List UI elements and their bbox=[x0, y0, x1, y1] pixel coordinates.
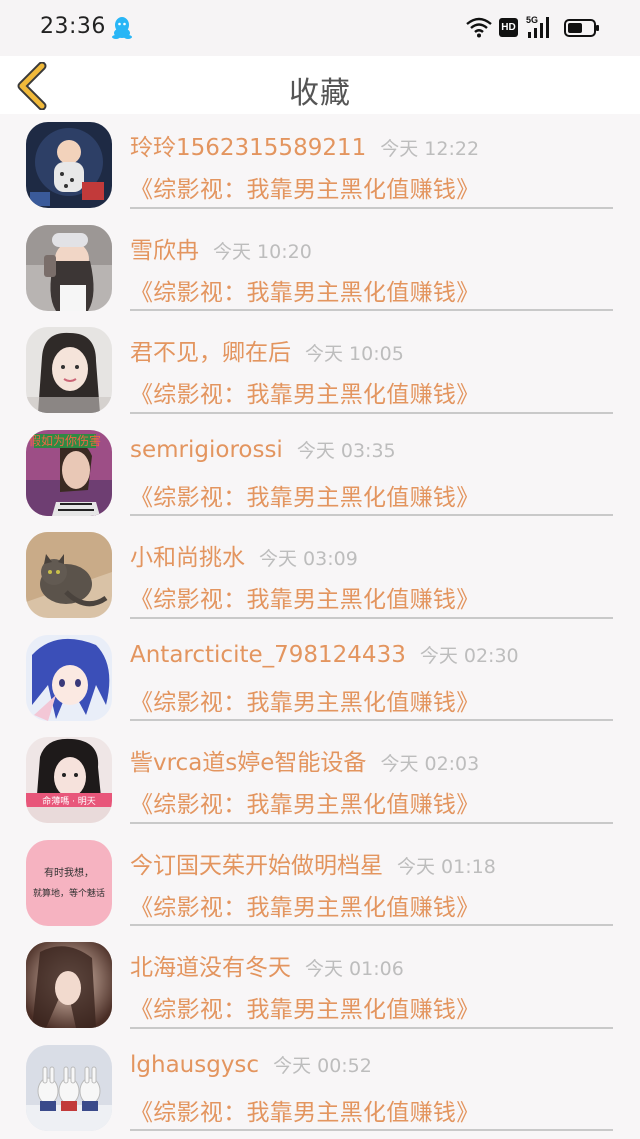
user-name-text: lghausgysc bbox=[130, 1052, 259, 1078]
book-title[interactable]: 《综影视：我靠男主黑化值赚钱》 bbox=[130, 683, 480, 717]
avatar-caption-line1: 有时我想， bbox=[44, 866, 94, 879]
baby-avatar-image bbox=[26, 122, 112, 208]
divider bbox=[130, 1027, 613, 1029]
status-time: 23:36 bbox=[40, 14, 106, 39]
network-label: 5G bbox=[526, 15, 538, 25]
divider bbox=[130, 617, 613, 619]
favorites-list: 玲玲1562315589211今天 12:22 《综影视：我靠男主黑化值赚钱》 … bbox=[0, 114, 640, 1139]
book-title[interactable]: 《综影视：我靠男主黑化值赚钱》 bbox=[130, 375, 480, 409]
book-title[interactable]: 《综影视：我靠男主黑化值赚钱》 bbox=[130, 1093, 480, 1127]
woman-avatar-image: 命薄嗎 · 明天 bbox=[26, 737, 112, 823]
user-name-text: 玲玲1562315589211 bbox=[130, 135, 366, 161]
avatar[interactable] bbox=[26, 532, 112, 618]
timestamp: 今天 02:30 bbox=[420, 645, 519, 667]
divider bbox=[130, 207, 613, 209]
divider bbox=[130, 514, 613, 516]
user-name-text: 今订国天茱开始做明档星 bbox=[130, 853, 383, 879]
list-item[interactable]: Antarcticite_798124433 今天 02:30 《综影视：我靠男主… bbox=[0, 627, 640, 730]
page-title: 收藏 bbox=[0, 68, 640, 112]
timestamp: 今天 01:18 bbox=[397, 856, 496, 878]
user-name-text: 君不见，卿在后 bbox=[130, 340, 291, 366]
signal-icon: 5G bbox=[526, 14, 552, 40]
avatar-caption-line2: 就算地，等个魅话 bbox=[33, 887, 105, 899]
list-item[interactable]: 雪欣冉今天 10:20 《综影视：我靠男主黑化值赚钱》 bbox=[0, 217, 640, 320]
list-item[interactable]: 有时我想， 就算地，等个魅话 今订国天茱开始做明档星今天 01:18 《综影视：… bbox=[0, 832, 640, 935]
rabbit-dolls-avatar-image bbox=[26, 1045, 112, 1131]
anime-avatar-image bbox=[26, 635, 112, 721]
user-name: semrigiorossi 今天 03:35 bbox=[130, 436, 396, 463]
timestamp: 今天 03:35 bbox=[297, 440, 396, 462]
list-item[interactable]: 小和尚挑水今天 03:09 《综影视：我靠男主黑化值赚钱》 bbox=[0, 524, 640, 627]
timestamp: 今天 01:06 bbox=[305, 958, 404, 980]
user-name: 小和尚挑水今天 03:09 bbox=[130, 538, 358, 572]
book-title[interactable]: 《综影视：我靠男主黑化值赚钱》 bbox=[130, 580, 480, 614]
user-name: 玲玲1562315589211 今天 12:22 bbox=[130, 128, 479, 162]
avatar[interactable] bbox=[26, 942, 112, 1028]
user-name: 訾vrca道s婷e智能设备今天 02:03 bbox=[130, 743, 479, 777]
user-name: 今订国天茱开始做明档星今天 01:18 bbox=[130, 846, 496, 880]
user-name: Antarcticite_798124433 今天 02:30 bbox=[130, 641, 519, 668]
book-title[interactable]: 《综影视：我靠男主黑化值赚钱》 bbox=[130, 273, 480, 307]
list-item[interactable]: 命薄嗎 · 明天 訾vrca道s婷e智能设备今天 02:03 《综影视：我靠男主… bbox=[0, 729, 640, 832]
user-name-text: 雪欣冉 bbox=[130, 238, 199, 264]
avatar[interactable]: 命薄嗎 · 明天 bbox=[26, 737, 112, 823]
qq-icon bbox=[112, 16, 132, 40]
list-item[interactable]: lghausgysc 今天 00:52 《综影视：我靠男主黑化值赚钱》 bbox=[0, 1037, 640, 1139]
user-name: 雪欣冉今天 10:20 bbox=[130, 231, 312, 265]
timestamp: 今天 00:52 bbox=[273, 1055, 372, 1077]
avatar-caption: 假如为你伤害 bbox=[29, 433, 101, 448]
girl-avatar-image bbox=[26, 327, 112, 413]
user-name-text: semrigiorossi bbox=[130, 437, 283, 463]
header: 收藏 bbox=[0, 56, 640, 114]
battery-icon bbox=[564, 18, 600, 38]
book-title[interactable]: 《综影视：我靠男主黑化值赚钱》 bbox=[130, 478, 480, 512]
book-title[interactable]: 《综影视：我靠男主黑化值赚钱》 bbox=[130, 888, 480, 922]
user-name: lghausgysc 今天 00:52 bbox=[130, 1051, 372, 1078]
divider bbox=[130, 412, 613, 414]
avatar[interactable] bbox=[26, 122, 112, 208]
divider bbox=[130, 924, 613, 926]
timestamp: 今天 02:03 bbox=[380, 753, 479, 775]
text-avatar-image: 有时我想， 就算地，等个魅话 bbox=[26, 840, 112, 926]
selfie-avatar-image bbox=[26, 225, 112, 311]
avatar[interactable]: 假如为你伤害 bbox=[26, 430, 112, 516]
portrait-avatar-image bbox=[26, 942, 112, 1028]
user-name-text: 北海道没有冬天 bbox=[130, 955, 291, 981]
user-name-text: Antarcticite_798124433 bbox=[130, 642, 406, 668]
list-item[interactable]: 假如为你伤害 semrigiorossi 今天 03:35 《综影视：我靠男主黑化… bbox=[0, 422, 640, 525]
status-bar: 23:36 HD 5G bbox=[0, 0, 640, 56]
hd-icon: HD bbox=[499, 18, 518, 37]
list-item[interactable]: 君不见，卿在后今天 10:05 《综影视：我靠男主黑化值赚钱》 bbox=[0, 319, 640, 422]
book-title[interactable]: 《综影视：我靠男主黑化值赚钱》 bbox=[130, 170, 480, 204]
avatar-caption: 命薄嗎 · 明天 bbox=[42, 795, 96, 807]
timestamp: 今天 10:05 bbox=[305, 343, 404, 365]
user-name-text: 小和尚挑水 bbox=[130, 545, 245, 571]
avatar[interactable] bbox=[26, 1045, 112, 1131]
divider bbox=[130, 719, 613, 721]
divider bbox=[130, 1129, 613, 1131]
divider bbox=[130, 309, 613, 311]
cat-avatar-image bbox=[26, 532, 112, 618]
timestamp: 今天 03:09 bbox=[259, 548, 358, 570]
list-item[interactable]: 玲玲1562315589211 今天 12:22 《综影视：我靠男主黑化值赚钱》 bbox=[0, 114, 640, 217]
avatar[interactable] bbox=[26, 225, 112, 311]
timestamp: 今天 10:20 bbox=[213, 241, 312, 263]
wifi-icon bbox=[466, 16, 492, 38]
book-title[interactable]: 《综影视：我靠男主黑化值赚钱》 bbox=[130, 990, 480, 1024]
avatar[interactable]: 有时我想， 就算地，等个魅话 bbox=[26, 840, 112, 926]
list-item[interactable]: 北海道没有冬天今天 01:06 《综影视：我靠男主黑化值赚钱》 bbox=[0, 934, 640, 1037]
avatar[interactable] bbox=[26, 635, 112, 721]
timestamp: 今天 12:22 bbox=[380, 138, 479, 160]
book-title[interactable]: 《综影视：我靠男主黑化值赚钱》 bbox=[130, 785, 480, 819]
avatar[interactable] bbox=[26, 327, 112, 413]
user-name: 北海道没有冬天今天 01:06 bbox=[130, 948, 404, 982]
divider bbox=[130, 822, 613, 824]
man-avatar-image: 假如为你伤害 bbox=[26, 430, 112, 516]
user-name: 君不见，卿在后今天 10:05 bbox=[130, 333, 404, 367]
user-name-text: 訾vrca道s婷e智能设备 bbox=[130, 750, 366, 776]
